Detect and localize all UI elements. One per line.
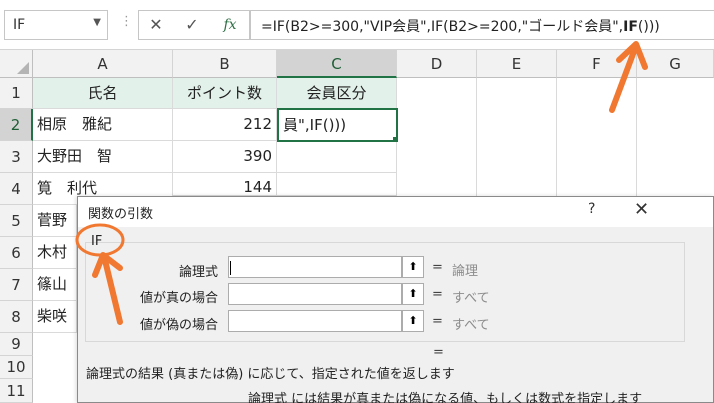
header-name[interactable]: 氏名 [33, 78, 173, 109]
column-header-d[interactable]: D [397, 50, 477, 78]
value-if-false-input[interactable] [228, 310, 402, 332]
collapse-dialog-icon[interactable]: ⬆ [402, 256, 424, 278]
arg-label-value-if-true: 値が真の場合 [139, 291, 218, 306]
table-cell-points[interactable]: 144 [173, 173, 277, 196]
text-caret [230, 261, 231, 275]
column-header-b[interactable]: B [173, 50, 277, 78]
formula-result-equals: = [433, 345, 444, 360]
enter-icon[interactable]: ✓ [176, 10, 208, 40]
column-header-f[interactable]: F [557, 50, 637, 78]
table-cell-points[interactable]: 390 [173, 141, 277, 173]
table-cell-points[interactable]: 212 [173, 109, 277, 141]
chevron-down-icon[interactable]: ▼ [93, 17, 101, 28]
row-header-6[interactable]: 6 [0, 237, 33, 269]
collapse-dialog-icon[interactable]: ⬆ [402, 310, 424, 332]
select-all-button[interactable] [0, 50, 33, 78]
table-cell-name[interactable]: 相原 雅紀 [33, 109, 173, 141]
arg-label-value-if-false: 値が偽の場合 [139, 318, 218, 333]
row-header-3[interactable]: 3 [0, 141, 33, 173]
row-header-5[interactable]: 5 [0, 205, 33, 237]
arg-equals: = [432, 314, 443, 329]
help-icon[interactable]: ? [588, 201, 595, 217]
table-cell-name[interactable]: 菅野 [33, 205, 77, 237]
row-header-9[interactable]: 9 [0, 333, 33, 356]
table-cell-name[interactable]: 木村 [33, 237, 77, 269]
argument-description: 論理式 には結果が真または偽になる値、もしくは数式を指定します [248, 392, 643, 403]
column-header-g[interactable]: G [637, 50, 714, 78]
arg-result-true: すべて [452, 291, 490, 306]
row-header-4[interactable]: 4 [0, 173, 33, 205]
header-points[interactable]: ポイント数 [173, 78, 277, 109]
close-icon[interactable]: ✕ [634, 199, 649, 220]
value-if-true-input[interactable] [228, 283, 402, 305]
column-header-a[interactable]: A [33, 50, 173, 78]
arg-result-false: すべて [452, 318, 490, 333]
row-header-8[interactable]: 8 [0, 301, 33, 333]
function-name: IF [91, 234, 103, 249]
name-box-value: IF [13, 17, 26, 33]
table-cell-name[interactable]: 大野田 智 [33, 141, 173, 173]
table-cell-name[interactable]: 篠山 [33, 269, 77, 301]
drag-handle-icon[interactable]: ⋮ [120, 14, 133, 29]
arg-label-logical-test: 論理式 [178, 265, 218, 280]
table-cell-class[interactable] [277, 173, 397, 196]
dialog-title-bar[interactable]: 関数の引数 ? ✕ [78, 197, 713, 227]
collapse-dialog-icon[interactable]: ⬆ [402, 283, 424, 305]
arg-equals: = [432, 287, 443, 302]
row-header-2[interactable]: 2 [0, 109, 33, 141]
table-cell-name[interactable]: 柴咲 [33, 301, 77, 333]
formula-text: =IF(B2>=300,"VIP会員",IF(B2>=200,"ゴールド会員", [261, 19, 624, 35]
table-cell-class[interactable] [277, 142, 397, 173]
function-description: 論理式の結果 (真または偽) に応じて、指定された値を返します [86, 367, 455, 382]
formula-current-function: IF [623, 19, 638, 35]
column-header-c[interactable]: C [277, 50, 397, 78]
row-header-11[interactable]: 11 [0, 379, 33, 403]
function-arguments-dialog: 関数の引数 ? ✕ IF 論理式 ⬆ = 論理 値が真の場合 ⬆ = すべて 値… [77, 196, 714, 403]
formula-bar: IF ▼ ⋮ ✕ ✓ fx =IF(B2>=300,"VIP会員",IF(B2>… [0, 0, 714, 50]
column-header-e[interactable]: E [477, 50, 557, 78]
cancel-icon[interactable]: ✕ [140, 10, 172, 40]
header-class[interactable]: 会員区分 [277, 78, 397, 109]
active-cell-c2[interactable]: 員",IF())) [277, 108, 398, 142]
row-header-7[interactable]: 7 [0, 269, 33, 301]
formula-input[interactable]: =IF(B2>=300,"VIP会員",IF(B2>=200,"ゴールド会員",… [250, 10, 714, 40]
row-header-10[interactable]: 10 [0, 356, 33, 379]
dialog-title: 関数の引数 [88, 207, 154, 222]
row-header-1[interactable]: 1 [0, 78, 33, 109]
formula-text-tail: ())) [637, 19, 660, 35]
logical-test-input[interactable] [228, 256, 402, 278]
insert-function-icon[interactable]: fx [214, 10, 246, 40]
arg-equals: = [432, 260, 443, 275]
name-box[interactable]: IF ▼ [4, 10, 108, 40]
arg-result-logical: 論理 [452, 264, 479, 279]
